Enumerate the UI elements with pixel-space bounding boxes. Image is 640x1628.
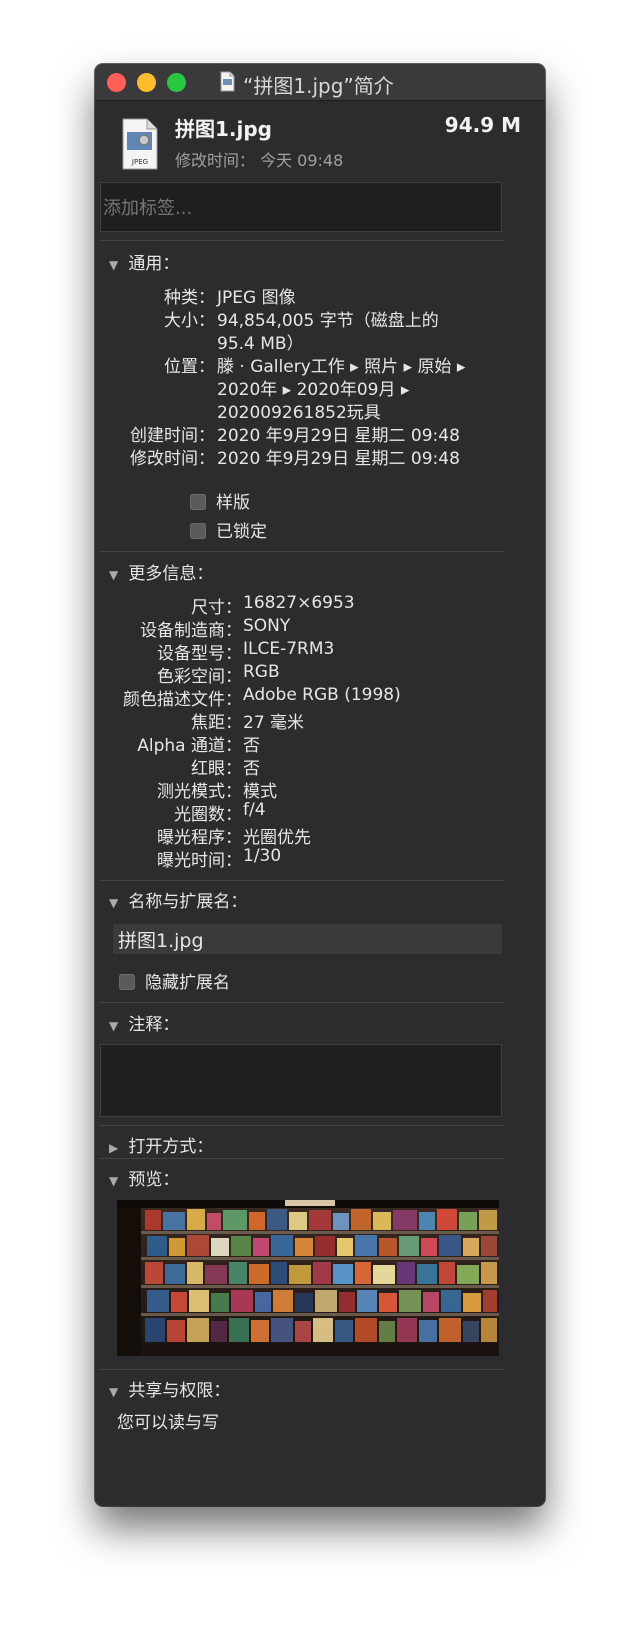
zoom-button[interactable] [167,73,186,92]
disclosure-down-icon: ▼ [109,1019,119,1033]
section-general[interactable]: ▼ 通用： [109,249,179,274]
title-bar: “拼图1.jpg”简介 [95,64,545,101]
section-more-info[interactable]: ▼ 更多信息： [109,559,213,584]
disclosure-down-icon: ▼ [109,896,119,910]
disclosure-down-icon: ▼ [109,568,119,582]
divider [99,1125,503,1126]
svg-text:JPEG: JPEG [131,158,148,166]
divider [99,240,503,241]
permission-text: 您可以读与写 [117,1413,219,1433]
divider [99,1002,503,1003]
disclosure-down-icon: ▼ [109,1174,119,1188]
stationery-checkbox[interactable]: 样版 [190,488,250,513]
locked-checkbox[interactable]: 已锁定 [190,517,267,542]
close-button[interactable] [107,73,126,92]
section-name-extension[interactable]: ▼ 名称与扩展名： [109,887,247,912]
disclosure-down-icon: ▼ [109,258,119,272]
comments-field[interactable] [100,1044,502,1117]
document-icon [220,71,235,92]
hide-extension-checkbox[interactable]: 隐藏扩展名 [119,968,230,993]
minimize-button[interactable] [137,73,156,92]
name-field[interactable]: 拼图1.jpg [113,924,502,954]
info-window: “拼图1.jpg”简介 JPEG 拼图1.jpg 94.9 M 修改时间： 今天… [95,64,545,1506]
checkbox-icon[interactable] [190,494,206,510]
file-name: 拼图1.jpg [175,117,273,141]
divider [99,1158,503,1159]
checkbox-icon[interactable] [190,523,206,539]
disclosure-right-icon: ▶ [109,1141,119,1155]
section-sharing[interactable]: ▼ 共享与权限： [109,1376,230,1401]
modified-time: 修改时间： 今天 09:48 [175,151,344,170]
file-header: JPEG 拼图1.jpg 94.9 M 修改时间： 今天 09:48 [95,100,545,182]
jpeg-file-icon: JPEG [122,118,158,170]
section-comments[interactable]: ▼ 注释： [109,1010,179,1035]
checkbox-icon[interactable] [119,974,135,990]
preview-image [117,1200,499,1356]
toy-shelves-photo [117,1200,499,1356]
file-size: 94.9 M [444,113,521,137]
divider [99,1369,503,1370]
section-preview[interactable]: ▼ 预览： [109,1165,179,1190]
window-title: “拼图1.jpg”简介 [243,74,394,98]
divider [99,880,503,881]
divider [99,551,503,552]
tags-input[interactable] [100,182,502,232]
section-open-with[interactable]: ▶ 打开方式： [109,1132,213,1157]
disclosure-down-icon: ▼ [109,1385,119,1399]
